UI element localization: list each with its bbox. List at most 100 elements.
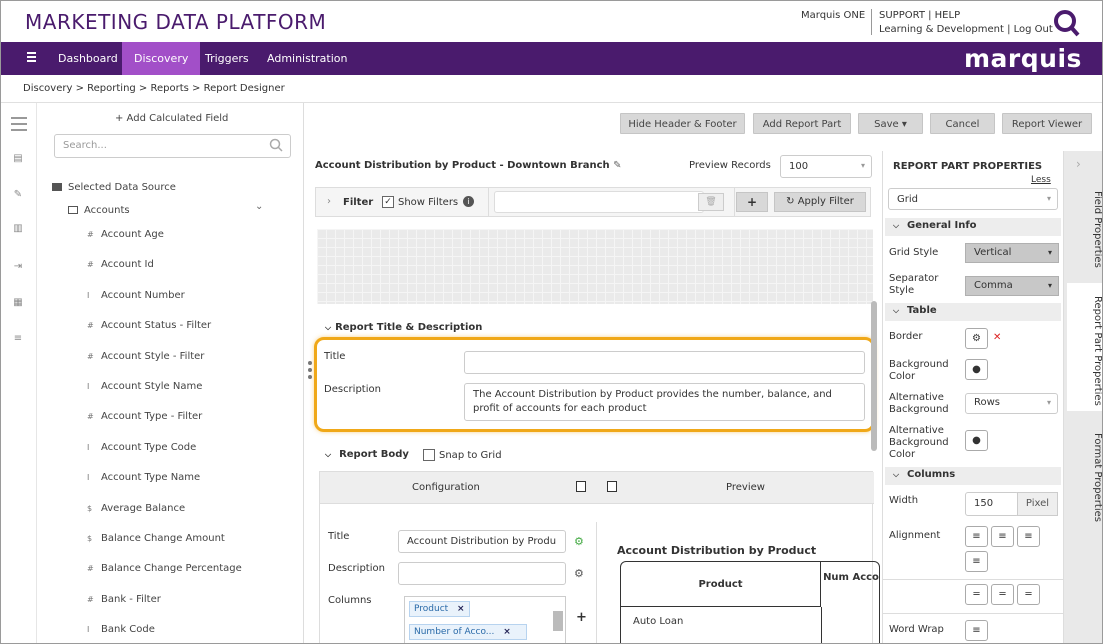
add-report-part-button[interactable]: Add Report Part: [753, 113, 851, 134]
drag-handle[interactable]: [308, 361, 312, 385]
field-item[interactable]: $ Average Balance: [87, 503, 185, 514]
report-title-section-header[interactable]: ⌵ Report Title & Description: [325, 322, 482, 333]
less-link[interactable]: Less: [1031, 175, 1051, 185]
selected-source-header[interactable]: Selected Data Source: [52, 182, 176, 193]
save-button[interactable]: Save ▾: [858, 113, 923, 134]
valign-middle-icon[interactable]: ═: [991, 584, 1014, 605]
collapse-menu-icon[interactable]: [11, 117, 27, 131]
color-drop-icon[interactable]: ●: [965, 430, 988, 451]
report-description-input[interactable]: The Account Distribution by Product prov…: [464, 383, 865, 421]
edit-icon[interactable]: ✎: [12, 189, 24, 200]
gear-icon[interactable]: ⚙: [574, 535, 584, 548]
valign-top-icon[interactable]: ═: [965, 584, 988, 605]
breadcrumb[interactable]: Discovery > Reporting > Reports > Report…: [23, 83, 285, 94]
nav-administration[interactable]: Administration: [255, 42, 360, 75]
field-item[interactable]: # Account Id: [87, 259, 154, 270]
filter-icon[interactable]: ▥: [12, 223, 24, 234]
column-chip-product[interactable]: Product ×: [409, 601, 470, 617]
field-item[interactable]: # Account Style - Filter: [87, 351, 204, 362]
gear-icon[interactable]: ⚙: [574, 567, 584, 580]
field-item[interactable]: # Bank - Filter: [87, 594, 161, 605]
chevron-right-icon[interactable]: ›: [327, 196, 331, 207]
field-name: Account Id: [101, 259, 154, 271]
width-input[interactable]: 150: [965, 492, 1019, 516]
grid-icon[interactable]: ▦: [12, 297, 24, 308]
field-item[interactable]: I Bank Code: [87, 624, 155, 635]
column-chip-number-of-accounts[interactable]: Number of Acco... ×: [409, 624, 527, 640]
collapse-left-icon[interactable]: [576, 481, 586, 492]
align-right-icon[interactable]: ≡: [1017, 526, 1040, 547]
nav-discovery[interactable]: Discovery: [122, 42, 201, 75]
cancel-button[interactable]: Cancel: [930, 113, 995, 134]
report-viewer-button[interactable]: Report Viewer: [1002, 113, 1092, 134]
field-item[interactable]: # Account Status - Filter: [87, 320, 211, 331]
align-left-icon[interactable]: ≡: [965, 526, 988, 547]
chevron-down-icon: ▾: [1047, 281, 1052, 290]
table-icon[interactable]: ▤: [12, 153, 24, 164]
border-gear-icon[interactable]: ⚙: [965, 328, 988, 349]
tab-report-part-properties[interactable]: Report Part Properties: [1067, 283, 1102, 411]
grid-style-select[interactable]: Vertical ▾: [965, 243, 1059, 263]
add-column-button[interactable]: +: [576, 610, 587, 625]
trash-icon[interactable]: 🗑: [698, 193, 724, 211]
hide-header-footer-button[interactable]: Hide Header & Footer: [620, 113, 745, 134]
main-scrollbar[interactable]: [871, 301, 877, 451]
brand-title: MARKETING DATA PLATFORM: [25, 10, 327, 34]
show-filters-checkbox[interactable]: ✓: [382, 196, 394, 208]
separator-style-select[interactable]: Comma ▾: [965, 276, 1059, 296]
field-type-icon: $: [87, 534, 93, 543]
nav-triggers[interactable]: Triggers: [193, 42, 261, 75]
filter-input[interactable]: [494, 191, 704, 213]
info-icon[interactable]: i: [463, 196, 474, 207]
snap-to-grid-checkbox[interactable]: [423, 449, 435, 461]
user-name[interactable]: Marquis ONE: [801, 10, 865, 21]
export-icon[interactable]: ⇥: [12, 261, 24, 272]
field-item[interactable]: # Account Age: [87, 229, 164, 240]
word-wrap-icon[interactable]: ≡: [965, 620, 988, 641]
part-type-select[interactable]: Grid ▾: [888, 188, 1058, 210]
report-designer: Hide Header & Footer Add Report Part Sav…: [305, 103, 995, 643]
field-item[interactable]: # Account Type - Filter: [87, 411, 202, 422]
table-section[interactable]: ⌵ Table: [885, 303, 1061, 321]
hamburger-icon[interactable]: [27, 52, 36, 63]
field-item[interactable]: I Account Style Name: [87, 381, 202, 392]
tab-field-properties[interactable]: Field Properties: [1067, 189, 1102, 269]
learning-logout-links[interactable]: Learning & Development | Log Out: [879, 24, 1053, 35]
chevron-down-icon[interactable]: ⌄: [255, 201, 263, 212]
accounts-node[interactable]: Accounts: [68, 205, 130, 216]
add-filter-button[interactable]: +: [736, 192, 768, 212]
support-help-links[interactable]: SUPPORT | HELP: [879, 10, 960, 21]
general-info-section[interactable]: ⌵ General Info: [885, 218, 1061, 236]
field-item[interactable]: # Balance Change Percentage: [87, 563, 242, 574]
field-item[interactable]: I Account Type Name: [87, 472, 200, 483]
color-drop-icon[interactable]: ●: [965, 359, 988, 380]
field-item[interactable]: $ Balance Change Amount: [87, 533, 225, 544]
collapse-right-icon[interactable]: [607, 481, 617, 492]
valign-bottom-icon[interactable]: ═: [1017, 584, 1040, 605]
align-center-icon[interactable]: ≡: [991, 526, 1014, 547]
add-calculated-field-button[interactable]: + Add Calculated Field: [115, 113, 228, 124]
search-icon[interactable]: [269, 138, 283, 152]
tab-format-properties[interactable]: Format Properties: [1067, 427, 1102, 527]
columns-label: Columns: [328, 595, 372, 606]
preview-records-select[interactable]: 100 ▾: [780, 155, 872, 178]
divider: [734, 188, 735, 216]
nav-dashboard[interactable]: Dashboard: [46, 42, 130, 75]
field-item[interactable]: I Account Type Code: [87, 442, 196, 453]
report-grid-canvas[interactable]: [317, 229, 873, 304]
list-icon[interactable]: ≡: [12, 333, 24, 344]
chevron-right-icon[interactable]: ›: [1076, 157, 1081, 171]
columns-section[interactable]: ⌵ Columns: [885, 467, 1061, 485]
report-body-section-header[interactable]: ⌵ Report Body: [325, 449, 409, 460]
field-search-input[interactable]: Search...: [54, 134, 291, 158]
pencil-icon[interactable]: ✎: [613, 160, 621, 171]
apply-filter-button[interactable]: ↻ Apply Filter: [774, 192, 866, 212]
align-justify-icon[interactable]: ≡: [965, 551, 988, 572]
body-title-input[interactable]: Account Distribution by Produ: [398, 530, 566, 553]
report-title-input[interactable]: [464, 351, 865, 374]
remove-icon[interactable]: ✕: [993, 332, 1001, 343]
field-item[interactable]: I Account Number: [87, 290, 185, 301]
scrollbar[interactable]: [553, 611, 563, 631]
alternative-background-select[interactable]: Rows ▾: [965, 393, 1058, 414]
body-description-input[interactable]: [398, 562, 566, 585]
